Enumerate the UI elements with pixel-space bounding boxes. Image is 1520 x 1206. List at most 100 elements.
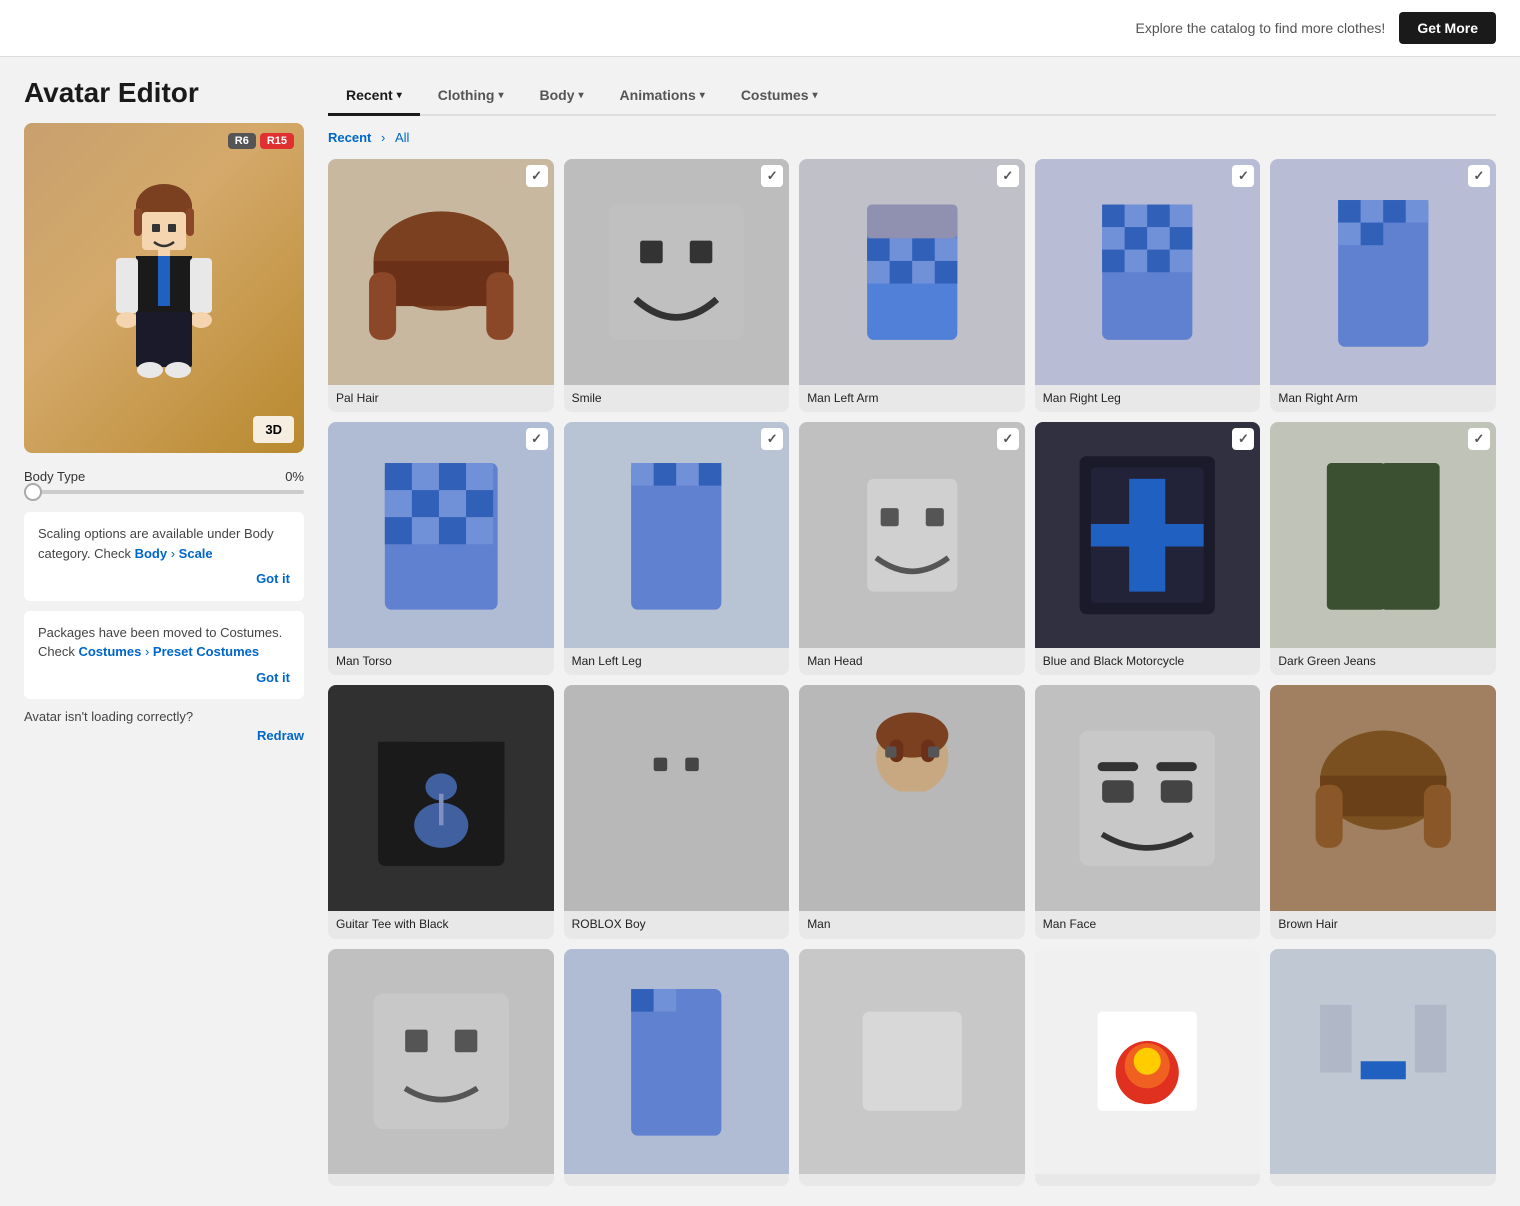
info-box-packages: Packages have been moved to Costumes. Ch…: [24, 611, 304, 700]
item-check-man-torso: ✓: [526, 428, 548, 450]
badge-r6: R6: [228, 133, 256, 149]
item-image-row4-4: [1035, 949, 1261, 1175]
item-card-row4-1[interactable]: [328, 949, 554, 1187]
got-it-scaling[interactable]: Got it: [38, 569, 290, 589]
item-image-man-right-leg: ✓: [1035, 159, 1261, 385]
item-label-man-face: Man Face: [1035, 911, 1261, 939]
item-label-man: Man: [799, 911, 1025, 939]
item-card-man[interactable]: Man: [799, 685, 1025, 938]
view-3d-button[interactable]: 3D: [253, 416, 294, 443]
tab-costumes[interactable]: Costumes ▾: [723, 77, 836, 116]
item-image-man-right-arm: ✓: [1270, 159, 1496, 385]
item-label-row4-2: [564, 1174, 790, 1186]
item-label-man-left-arm: Man Left Arm: [799, 385, 1025, 413]
item-check-man-right-leg: ✓: [1232, 165, 1254, 187]
avatar-figure: [84, 168, 244, 408]
item-label-row4-3: [799, 1174, 1025, 1186]
item-image-row4-1: [328, 949, 554, 1175]
tab-recent[interactable]: Recent ▾: [328, 77, 420, 116]
item-check-pal-hair: ✓: [526, 165, 548, 187]
tab-body-arrow: ▾: [579, 90, 584, 101]
item-label-smile: Smile: [564, 385, 790, 413]
left-panel: Avatar Editor R6 R15: [24, 77, 304, 1186]
item-card-man-right-leg[interactable]: ✓Man Right Leg: [1035, 159, 1261, 412]
avatar-badges: R6 R15: [228, 133, 294, 149]
item-card-roblox-boy[interactable]: ROBLOX Boy: [564, 685, 790, 938]
main-container: Avatar Editor R6 R15: [0, 57, 1520, 1206]
item-label-pal-hair: Pal Hair: [328, 385, 554, 413]
item-card-pal-hair[interactable]: ✓ Pal Hair: [328, 159, 554, 412]
item-card-man-face[interactable]: Man Face: [1035, 685, 1261, 938]
item-image-brown-hair: [1270, 685, 1496, 911]
item-card-row4-3[interactable]: [799, 949, 1025, 1187]
item-label-man-torso: Man Torso: [328, 648, 554, 676]
item-card-blue-black-motorcycle[interactable]: ✓ Blue and Black Motorcycle: [1035, 422, 1261, 675]
breadcrumb-all: All: [395, 130, 409, 145]
badge-r15: R15: [260, 133, 294, 149]
tab-clothing-arrow: ▾: [498, 90, 503, 101]
item-image-smile: ✓: [564, 159, 790, 385]
redraw-text: Avatar isn't loading correctly?: [24, 709, 193, 724]
item-card-man-head[interactable]: ✓Man Head: [799, 422, 1025, 675]
slider-thumb[interactable]: [24, 483, 42, 501]
costumes-link[interactable]: Costumes: [78, 644, 141, 659]
tab-animations[interactable]: Animations ▾: [602, 77, 723, 116]
explore-text: Explore the catalog to find more clothes…: [1136, 20, 1386, 36]
item-card-guitar-tee-black[interactable]: Guitar Tee with Black: [328, 685, 554, 938]
item-label-brown-hair: Brown Hair: [1270, 911, 1496, 939]
item-image-row4-5: [1270, 949, 1496, 1175]
item-label-roblox-boy: ROBLOX Boy: [564, 911, 790, 939]
body-type-value: 0%: [285, 469, 304, 484]
top-bar: Explore the catalog to find more clothes…: [0, 0, 1520, 57]
item-label-row4-5: [1270, 1174, 1496, 1186]
item-check-dark-green-jeans: ✓: [1468, 428, 1490, 450]
item-check-man-left-leg: ✓: [761, 428, 783, 450]
tab-recent-arrow: ▾: [397, 90, 402, 101]
body-type-label: Body Type: [24, 469, 85, 484]
item-check-man-right-arm: ✓: [1468, 165, 1490, 187]
tab-animations-arrow: ▾: [700, 90, 705, 101]
item-card-dark-green-jeans[interactable]: ✓ Dark Green Jeans: [1270, 422, 1496, 675]
item-card-man-left-leg[interactable]: ✓ Man Left Leg: [564, 422, 790, 675]
item-label-man-right-arm: Man Right Arm: [1270, 385, 1496, 413]
got-it-packages[interactable]: Got it: [38, 668, 290, 688]
item-image-man-head: ✓: [799, 422, 1025, 648]
item-check-blue-black-motorcycle: ✓: [1232, 428, 1254, 450]
tab-costumes-arrow: ▾: [813, 90, 818, 101]
item-label-dark-green-jeans: Dark Green Jeans: [1270, 648, 1496, 676]
redraw-link[interactable]: Redraw: [24, 728, 304, 743]
page-title: Avatar Editor: [24, 77, 304, 109]
item-card-row4-4[interactable]: [1035, 949, 1261, 1187]
item-label-man-left-leg: Man Left Leg: [564, 648, 790, 676]
item-card-man-left-arm[interactable]: ✓ Man Left Arm: [799, 159, 1025, 412]
body-type-section: Body Type 0%: [24, 469, 304, 494]
item-card-man-right-arm[interactable]: ✓ Man Right Arm: [1270, 159, 1496, 412]
body-type-slider[interactable]: [24, 490, 304, 494]
item-check-smile: ✓: [761, 165, 783, 187]
tab-body[interactable]: Body ▾: [522, 77, 602, 116]
item-image-roblox-boy: [564, 685, 790, 911]
item-image-dark-green-jeans: ✓: [1270, 422, 1496, 648]
items-grid: ✓ Pal Hair ✓ Smile ✓ Man Left Arm: [328, 159, 1496, 1186]
item-label-blue-black-motorcycle: Blue and Black Motorcycle: [1035, 648, 1261, 676]
info-box-scaling: Scaling options are available under Body…: [24, 512, 304, 601]
item-card-row4-2[interactable]: [564, 949, 790, 1187]
item-card-man-torso[interactable]: ✓ Man Torso: [328, 422, 554, 675]
item-label-man-head: Man Head: [799, 648, 1025, 676]
redraw-section: Avatar isn't loading correctly? Redraw: [24, 709, 304, 743]
tabs-bar: Recent ▾ Clothing ▾ Body ▾ Animations ▾ …: [328, 77, 1496, 116]
item-check-man-left-arm: ✓: [997, 165, 1019, 187]
breadcrumb-recent[interactable]: Recent: [328, 130, 371, 145]
scale-link[interactable]: Scale: [179, 546, 213, 561]
item-label-row4-4: [1035, 1174, 1261, 1186]
item-card-row4-5[interactable]: [1270, 949, 1496, 1187]
item-card-brown-hair[interactable]: Brown Hair: [1270, 685, 1496, 938]
breadcrumb: Recent › All: [328, 130, 1496, 145]
item-image-man-left-arm: ✓: [799, 159, 1025, 385]
preset-costumes-link[interactable]: Preset Costumes: [153, 644, 259, 659]
item-card-smile[interactable]: ✓ Smile: [564, 159, 790, 412]
get-more-button[interactable]: Get More: [1399, 12, 1496, 44]
body-link[interactable]: Body: [135, 546, 168, 561]
tab-clothing[interactable]: Clothing ▾: [420, 77, 522, 116]
item-image-man-face: [1035, 685, 1261, 911]
